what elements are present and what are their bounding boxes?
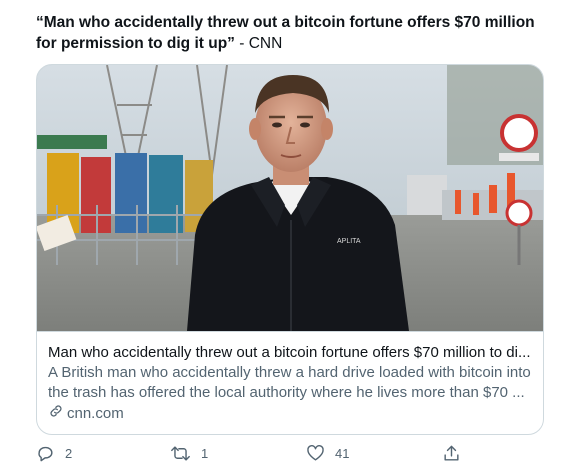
reply-button[interactable]: 2 <box>36 444 72 463</box>
jacket-logo-text: APLITA <box>337 238 361 245</box>
like-button[interactable]: 41 <box>306 444 349 463</box>
card-image[interactable]: APLITA <box>37 65 543 331</box>
reply-count: 2 <box>65 446 73 461</box>
tweet-source: - CNN <box>234 35 283 52</box>
retweet-count: 1 <box>201 446 209 461</box>
tweet-headline: “Man who accidentally threw out a bitcoi… <box>36 14 535 52</box>
card-text-block[interactable]: Man who accidentally threw out a bitcoin… <box>37 331 543 434</box>
card-title: Man who accidentally threw out a bitcoin… <box>48 344 531 361</box>
card-domain-row: cnn.com <box>48 403 531 425</box>
share-button[interactable] <box>442 444 461 463</box>
heart-icon <box>306 444 325 463</box>
tweet-text: “Man who accidentally threw out a bitcoi… <box>36 12 551 54</box>
card-description: A British man who accidentally threw a h… <box>48 364 531 401</box>
link-preview-card[interactable]: APLITA Man who accidentally threw out a … <box>36 64 544 435</box>
reply-icon <box>36 444 55 463</box>
card-domain: cnn.com <box>67 405 124 422</box>
link-icon <box>48 403 64 425</box>
tweet-actions-bar: 2 1 41 <box>36 444 466 468</box>
like-count: 41 <box>335 446 350 461</box>
card-photo-illustration: APLITA <box>37 65 543 331</box>
retweet-icon <box>170 444 191 463</box>
retweet-button[interactable]: 1 <box>170 444 208 463</box>
share-icon <box>442 444 461 463</box>
